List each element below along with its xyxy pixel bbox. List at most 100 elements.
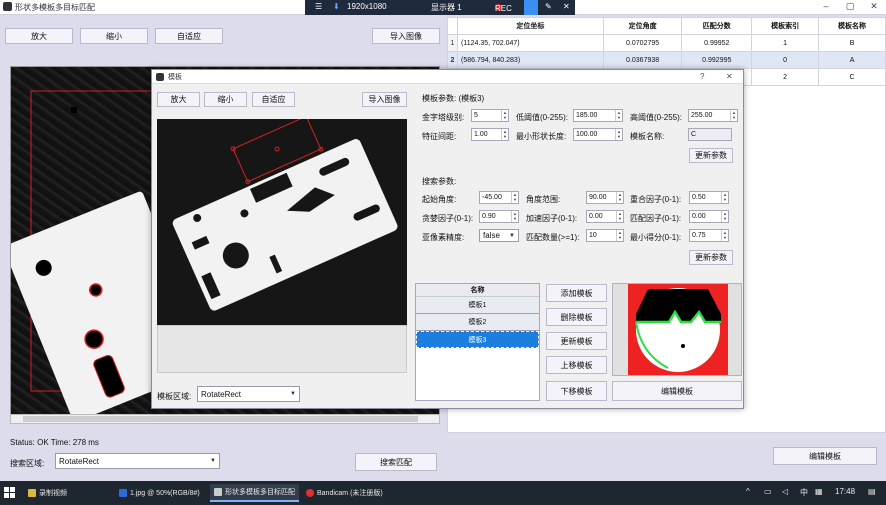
- pyramid-field[interactable]: 5 ▲ ▼: [471, 109, 509, 122]
- recorder-close-icon[interactable]: ✕: [563, 2, 570, 11]
- recorder-display[interactable]: 显示器 1: [431, 2, 462, 13]
- match-factor-field[interactable]: 0.00 ▲ ▼: [689, 210, 729, 223]
- cell-coord: (586.794, 840.283): [457, 51, 604, 69]
- edit-template-button[interactable]: 编辑模板: [773, 447, 877, 465]
- tray-arrow-icon[interactable]: ^: [746, 487, 750, 496]
- spin-icon[interactable]: ▲ ▼: [721, 211, 728, 222]
- template-region-label: 模板区域:: [157, 392, 192, 401]
- template-image-view[interactable]: [157, 119, 407, 325]
- maximize-icon[interactable]: ▢: [844, 1, 856, 12]
- greed-field[interactable]: 0.90 ▲ ▼: [479, 210, 519, 223]
- cell-score: 0.99952: [681, 34, 753, 52]
- template-region-select[interactable]: RotateRect ▼: [197, 386, 300, 402]
- dialog-fit-button[interactable]: 自适应: [252, 92, 295, 107]
- update-template-params-button[interactable]: 更新参数: [689, 148, 733, 163]
- volume-icon[interactable]: ◁: [782, 487, 788, 496]
- windows-start-icon[interactable]: [4, 487, 15, 498]
- cell-angle: 0.0367938: [602, 51, 683, 69]
- spin-icon[interactable]: ▲ ▼: [616, 192, 623, 203]
- list-item[interactable]: 模板1: [416, 297, 539, 314]
- column-header[interactable]: 模板名称: [818, 17, 886, 35]
- list-header: 名称: [416, 284, 539, 297]
- taskbar-item-matcher[interactable]: 形状多模板多目标匹配: [210, 484, 299, 502]
- low-thresh-field[interactable]: 185.00 ▲ ▼: [573, 109, 623, 122]
- spin-icon[interactable]: ▲ ▼: [721, 192, 728, 203]
- spin-icon[interactable]: ▲ ▼: [511, 192, 518, 203]
- horizontal-scrollbar[interactable]: [10, 414, 440, 424]
- clock[interactable]: 17:48: [835, 487, 855, 496]
- column-header[interactable]: 匹配分数: [681, 17, 753, 35]
- match-count-field[interactable]: 10 ▲ ▼: [586, 229, 624, 242]
- dialog-app-icon: [156, 73, 164, 81]
- app-icon: [214, 488, 222, 496]
- accel-field[interactable]: 0.00 ▲ ▼: [586, 210, 624, 223]
- dialog-edit-template-button[interactable]: 编辑模板: [612, 381, 742, 401]
- spin-icon[interactable]: ▲ ▼: [615, 110, 622, 121]
- move-down-template-button[interactable]: 下移模板: [546, 381, 607, 401]
- delete-template-button[interactable]: 删除模板: [546, 308, 607, 326]
- add-template-button[interactable]: 添加模板: [546, 284, 607, 302]
- spin-icon[interactable]: ▲ ▼: [616, 211, 623, 222]
- minimize-icon[interactable]: –: [820, 1, 832, 11]
- spin-icon[interactable]: ▲ ▼: [615, 129, 622, 140]
- fit-button[interactable]: 自适应: [155, 28, 223, 44]
- search-region-value: RotateRect: [59, 456, 100, 466]
- dialog-close-icon[interactable]: ✕: [726, 72, 733, 81]
- row-num-header: [447, 17, 458, 35]
- spin-icon[interactable]: ▲ ▼: [501, 129, 508, 140]
- accel-value: 0.00: [589, 213, 603, 220]
- greed-label: 贪婪因子(0-1):: [422, 214, 474, 223]
- column-header[interactable]: 定位坐标: [457, 17, 604, 35]
- taskbar-item-recording[interactable]: 录制视频: [24, 484, 71, 502]
- search-params-title: 搜索参数:: [422, 177, 457, 186]
- template-name-field[interactable]: C: [688, 128, 732, 141]
- taskbar-item-photoshop[interactable]: 1.jpg @ 50%(RGB/8#): [115, 484, 204, 502]
- spin-icon[interactable]: ▲ ▼: [616, 230, 623, 241]
- network-icon[interactable]: ▭: [764, 487, 772, 496]
- table-row[interactable]: 1 (1124.35, 702.047) 0.0702795 0.99952 1…: [447, 34, 886, 52]
- update-template-button[interactable]: 更新模板: [546, 332, 607, 350]
- search-match-button[interactable]: 搜索匹配: [355, 453, 437, 471]
- keyboard-icon[interactable]: ▦: [815, 487, 823, 496]
- close-icon[interactable]: ✕: [868, 1, 880, 12]
- list-item[interactable]: 模板3: [416, 331, 539, 348]
- rec-label: REC: [495, 4, 512, 13]
- overlap-field[interactable]: 0.50 ▲ ▼: [689, 191, 729, 204]
- import-image-button[interactable]: 导入图像: [372, 28, 440, 44]
- taskbar-item-bandicam[interactable]: Bandicam (未注册版): [302, 484, 387, 502]
- mic-icon[interactable]: ⬇: [333, 2, 340, 11]
- pencil-icon[interactable]: ✎: [545, 2, 552, 11]
- spin-icon[interactable]: ▲ ▼: [721, 230, 728, 241]
- zoom-in-button[interactable]: 放大: [5, 28, 73, 44]
- scrollbar-thumb[interactable]: [23, 416, 418, 422]
- zoom-out-button[interactable]: 缩小: [80, 28, 148, 44]
- start-angle-field[interactable]: -45.00 ▲ ▼: [479, 191, 519, 204]
- dialog-zoom-out-button[interactable]: 缩小: [204, 92, 247, 107]
- menu-icon[interactable]: ☰: [315, 2, 322, 11]
- table-row[interactable]: 2 (586.794, 840.283) 0.0367938 0.992995 …: [447, 51, 886, 69]
- notification-icon[interactable]: ▤: [868, 487, 876, 496]
- subpixel-select[interactable]: false ▼: [479, 229, 519, 242]
- move-up-template-button[interactable]: 上移模板: [546, 356, 607, 374]
- dialog-import-image-button[interactable]: 导入图像: [362, 92, 407, 107]
- search-region-select[interactable]: RotateRect ▼: [55, 453, 220, 469]
- template-dialog: 模板 ? ✕ 放大 缩小 自适应 导入图像 模板区域: RotateRect ▼…: [151, 69, 744, 409]
- high-thresh-field[interactable]: 255.00 ▲ ▼: [688, 109, 738, 122]
- spin-icon[interactable]: ▲ ▼: [511, 211, 518, 222]
- spin-icon[interactable]: ▲ ▼: [730, 110, 737, 121]
- folder-icon: [28, 489, 36, 497]
- angle-range-field[interactable]: 90.00 ▲ ▼: [586, 191, 624, 204]
- update-search-params-button[interactable]: 更新参数: [689, 250, 733, 265]
- help-icon[interactable]: ?: [700, 72, 704, 81]
- chevron-down-icon: ▼: [290, 391, 296, 397]
- feature-spacing-field[interactable]: 1.00 ▲ ▼: [471, 128, 509, 141]
- recorder-cursor-highlight: [524, 0, 538, 15]
- min-score-field[interactable]: 0.75 ▲ ▼: [689, 229, 729, 242]
- dialog-zoom-in-button[interactable]: 放大: [157, 92, 200, 107]
- list-item[interactable]: 模板2: [416, 314, 539, 331]
- min-len-field[interactable]: 100.00 ▲ ▼: [573, 128, 623, 141]
- column-header[interactable]: 模板索引: [751, 17, 820, 35]
- column-header[interactable]: 定位角度: [602, 17, 683, 35]
- ime-indicator[interactable]: 中: [800, 487, 808, 498]
- spin-icon[interactable]: ▲ ▼: [501, 110, 508, 121]
